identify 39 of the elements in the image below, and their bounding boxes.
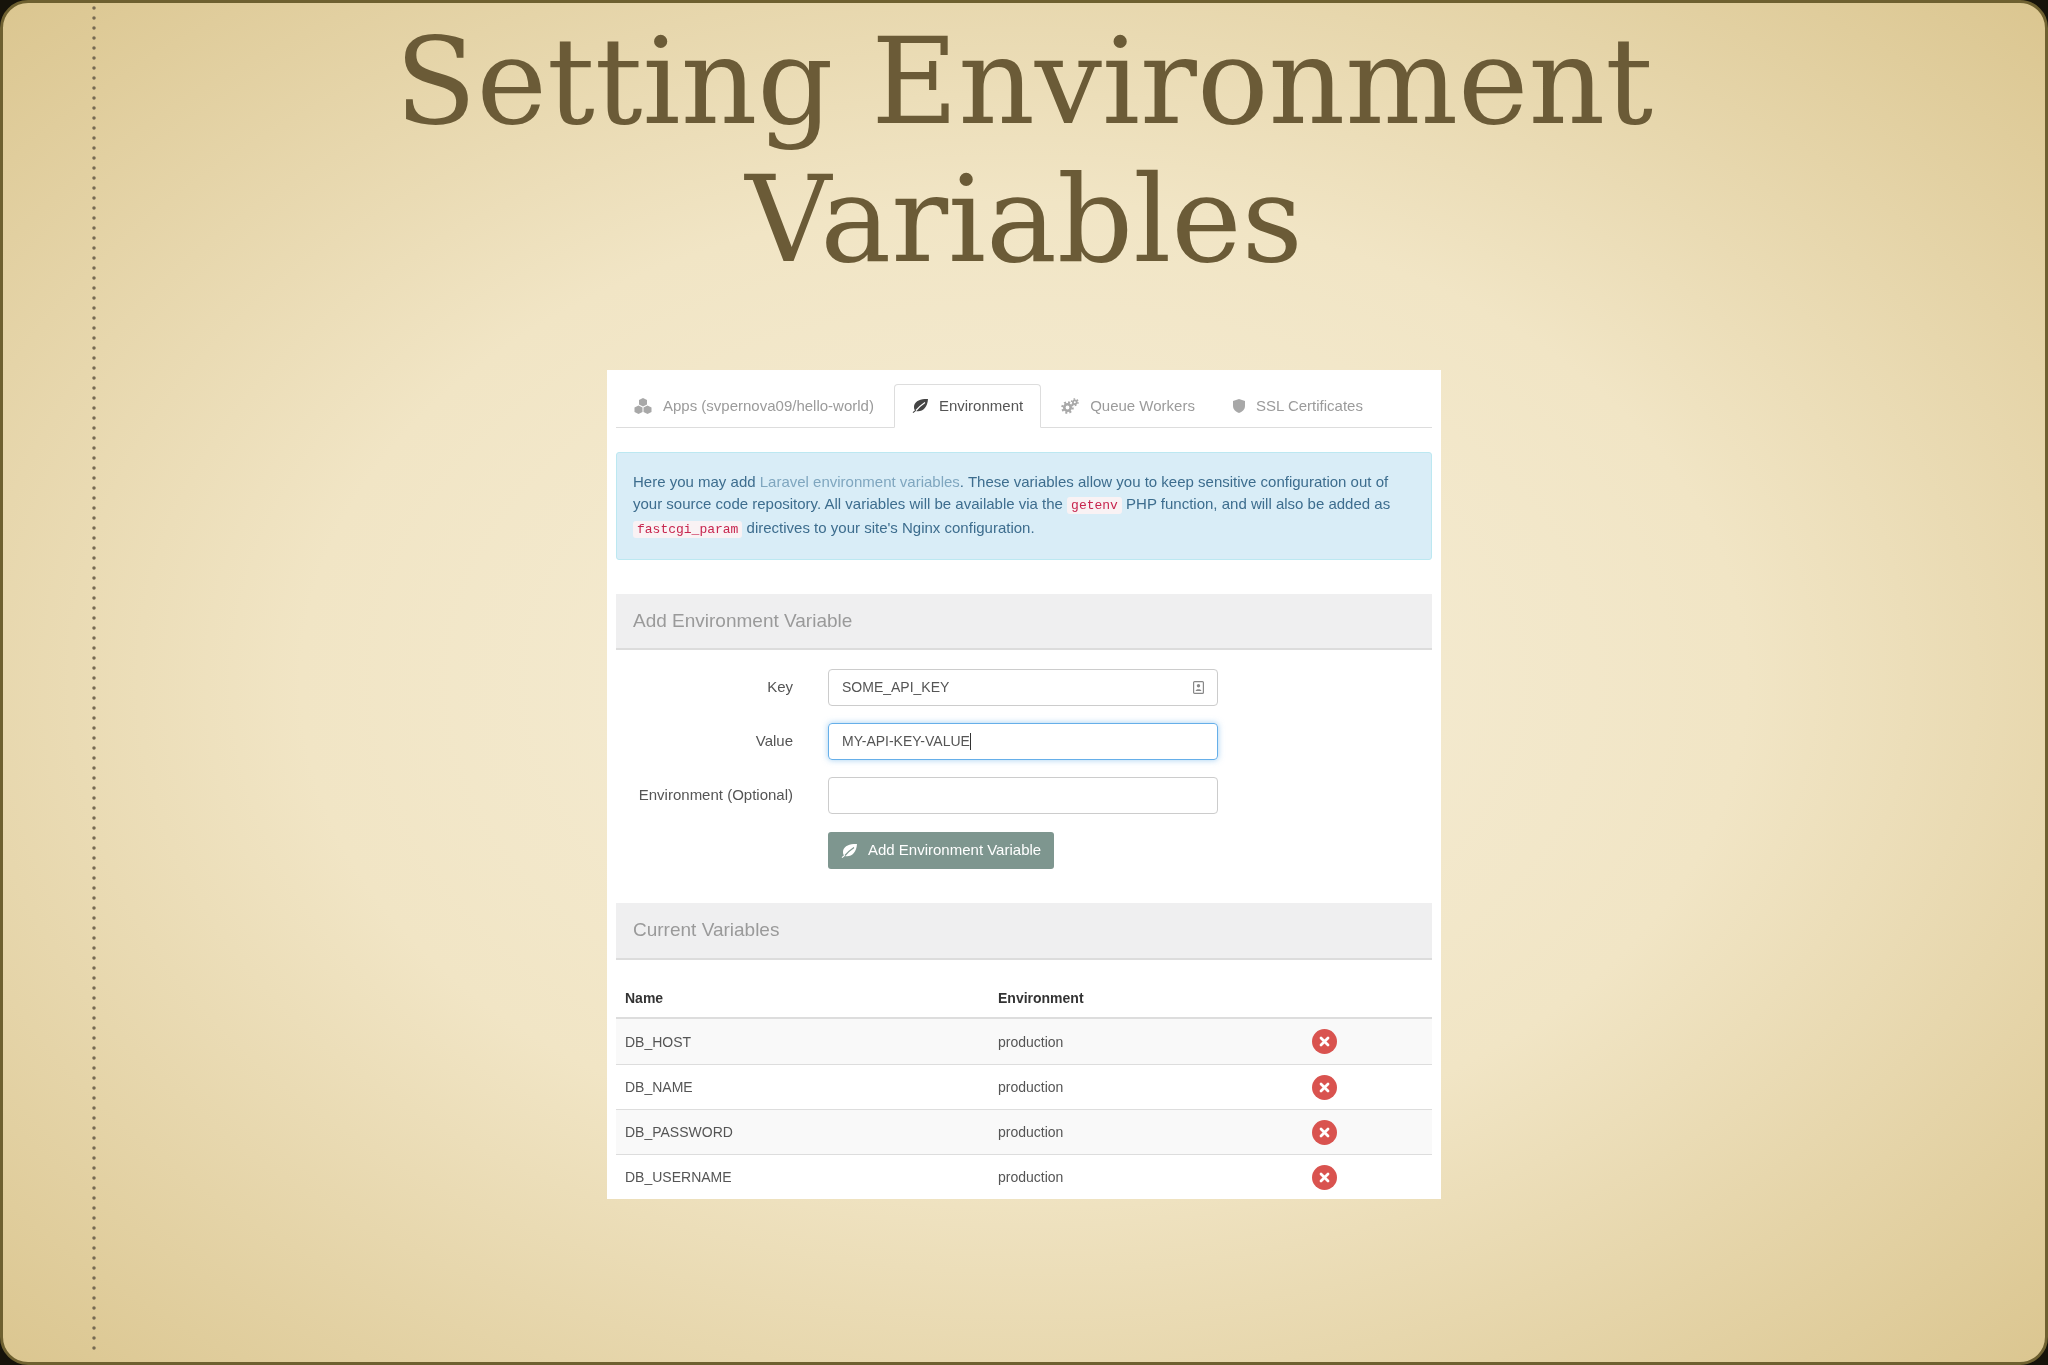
field-label: Value [755, 731, 793, 752]
column-header: Name [625, 989, 664, 1006]
info-text: Here you may add Laravel environment variables. These variables allow you to keep sensitive configuration out of your source code repository. All variables will be available via the getenv PHP function, and will also be added as fastcgi_param directives to your site's Nginx configuration. [633, 472, 1392, 540]
table-cell: DB_HOST [625, 1033, 692, 1050]
input-field[interactable] [828, 777, 1218, 814]
leaf-icon [841, 843, 857, 858]
table-cell: production [998, 1124, 1064, 1140]
add-variable-button[interactable]: Add Environment Variable [828, 832, 1055, 869]
tab[interactable]: SSL Certificates [1214, 384, 1381, 428]
table-cell: production [998, 1079, 1064, 1095]
input-field[interactable]: SOME_API_KEY [828, 669, 1218, 706]
tab[interactable]: Environment [893, 384, 1042, 428]
shield-icon [1232, 399, 1245, 413]
delete-icon[interactable] [1312, 1164, 1337, 1190]
delete-icon[interactable] [1312, 1029, 1337, 1054]
cubes-icon [634, 398, 652, 414]
text-cursor-icon [969, 733, 971, 750]
field-label: Key [767, 677, 793, 698]
table-cell: DB_USERNAME [625, 1169, 732, 1185]
tab[interactable]: Queue Workers [1043, 384, 1213, 428]
column-header: Environment [998, 989, 1084, 1006]
docs-link[interactable]: Laravel environment variables [759, 473, 960, 490]
tab[interactable]: Apps (svpernova09/hello-world) [616, 384, 892, 428]
field-label: Environment (Optional) [638, 785, 793, 806]
code-snippet: getenv [1067, 497, 1122, 514]
gears-icon [1061, 398, 1080, 414]
code-snippet: fastcgi_param [633, 521, 743, 538]
input-field[interactable]: MY-API-KEY-VALUE [828, 723, 1218, 760]
leaf-icon [911, 399, 928, 413]
section-header: Current Variables [616, 903, 1432, 960]
section-header: Add Environment Variable [616, 594, 1432, 650]
table-cell: production [998, 1169, 1064, 1185]
slide-title: Setting Environment Variables [394, 13, 1654, 289]
table-cell: DB_NAME [625, 1079, 693, 1095]
table-cell: production [998, 1033, 1064, 1050]
table-cell: DB_PASSWORD [625, 1124, 733, 1140]
delete-icon[interactable] [1312, 1119, 1337, 1145]
delete-icon[interactable] [1312, 1074, 1337, 1100]
contact-card-icon[interactable] [1193, 681, 1204, 694]
